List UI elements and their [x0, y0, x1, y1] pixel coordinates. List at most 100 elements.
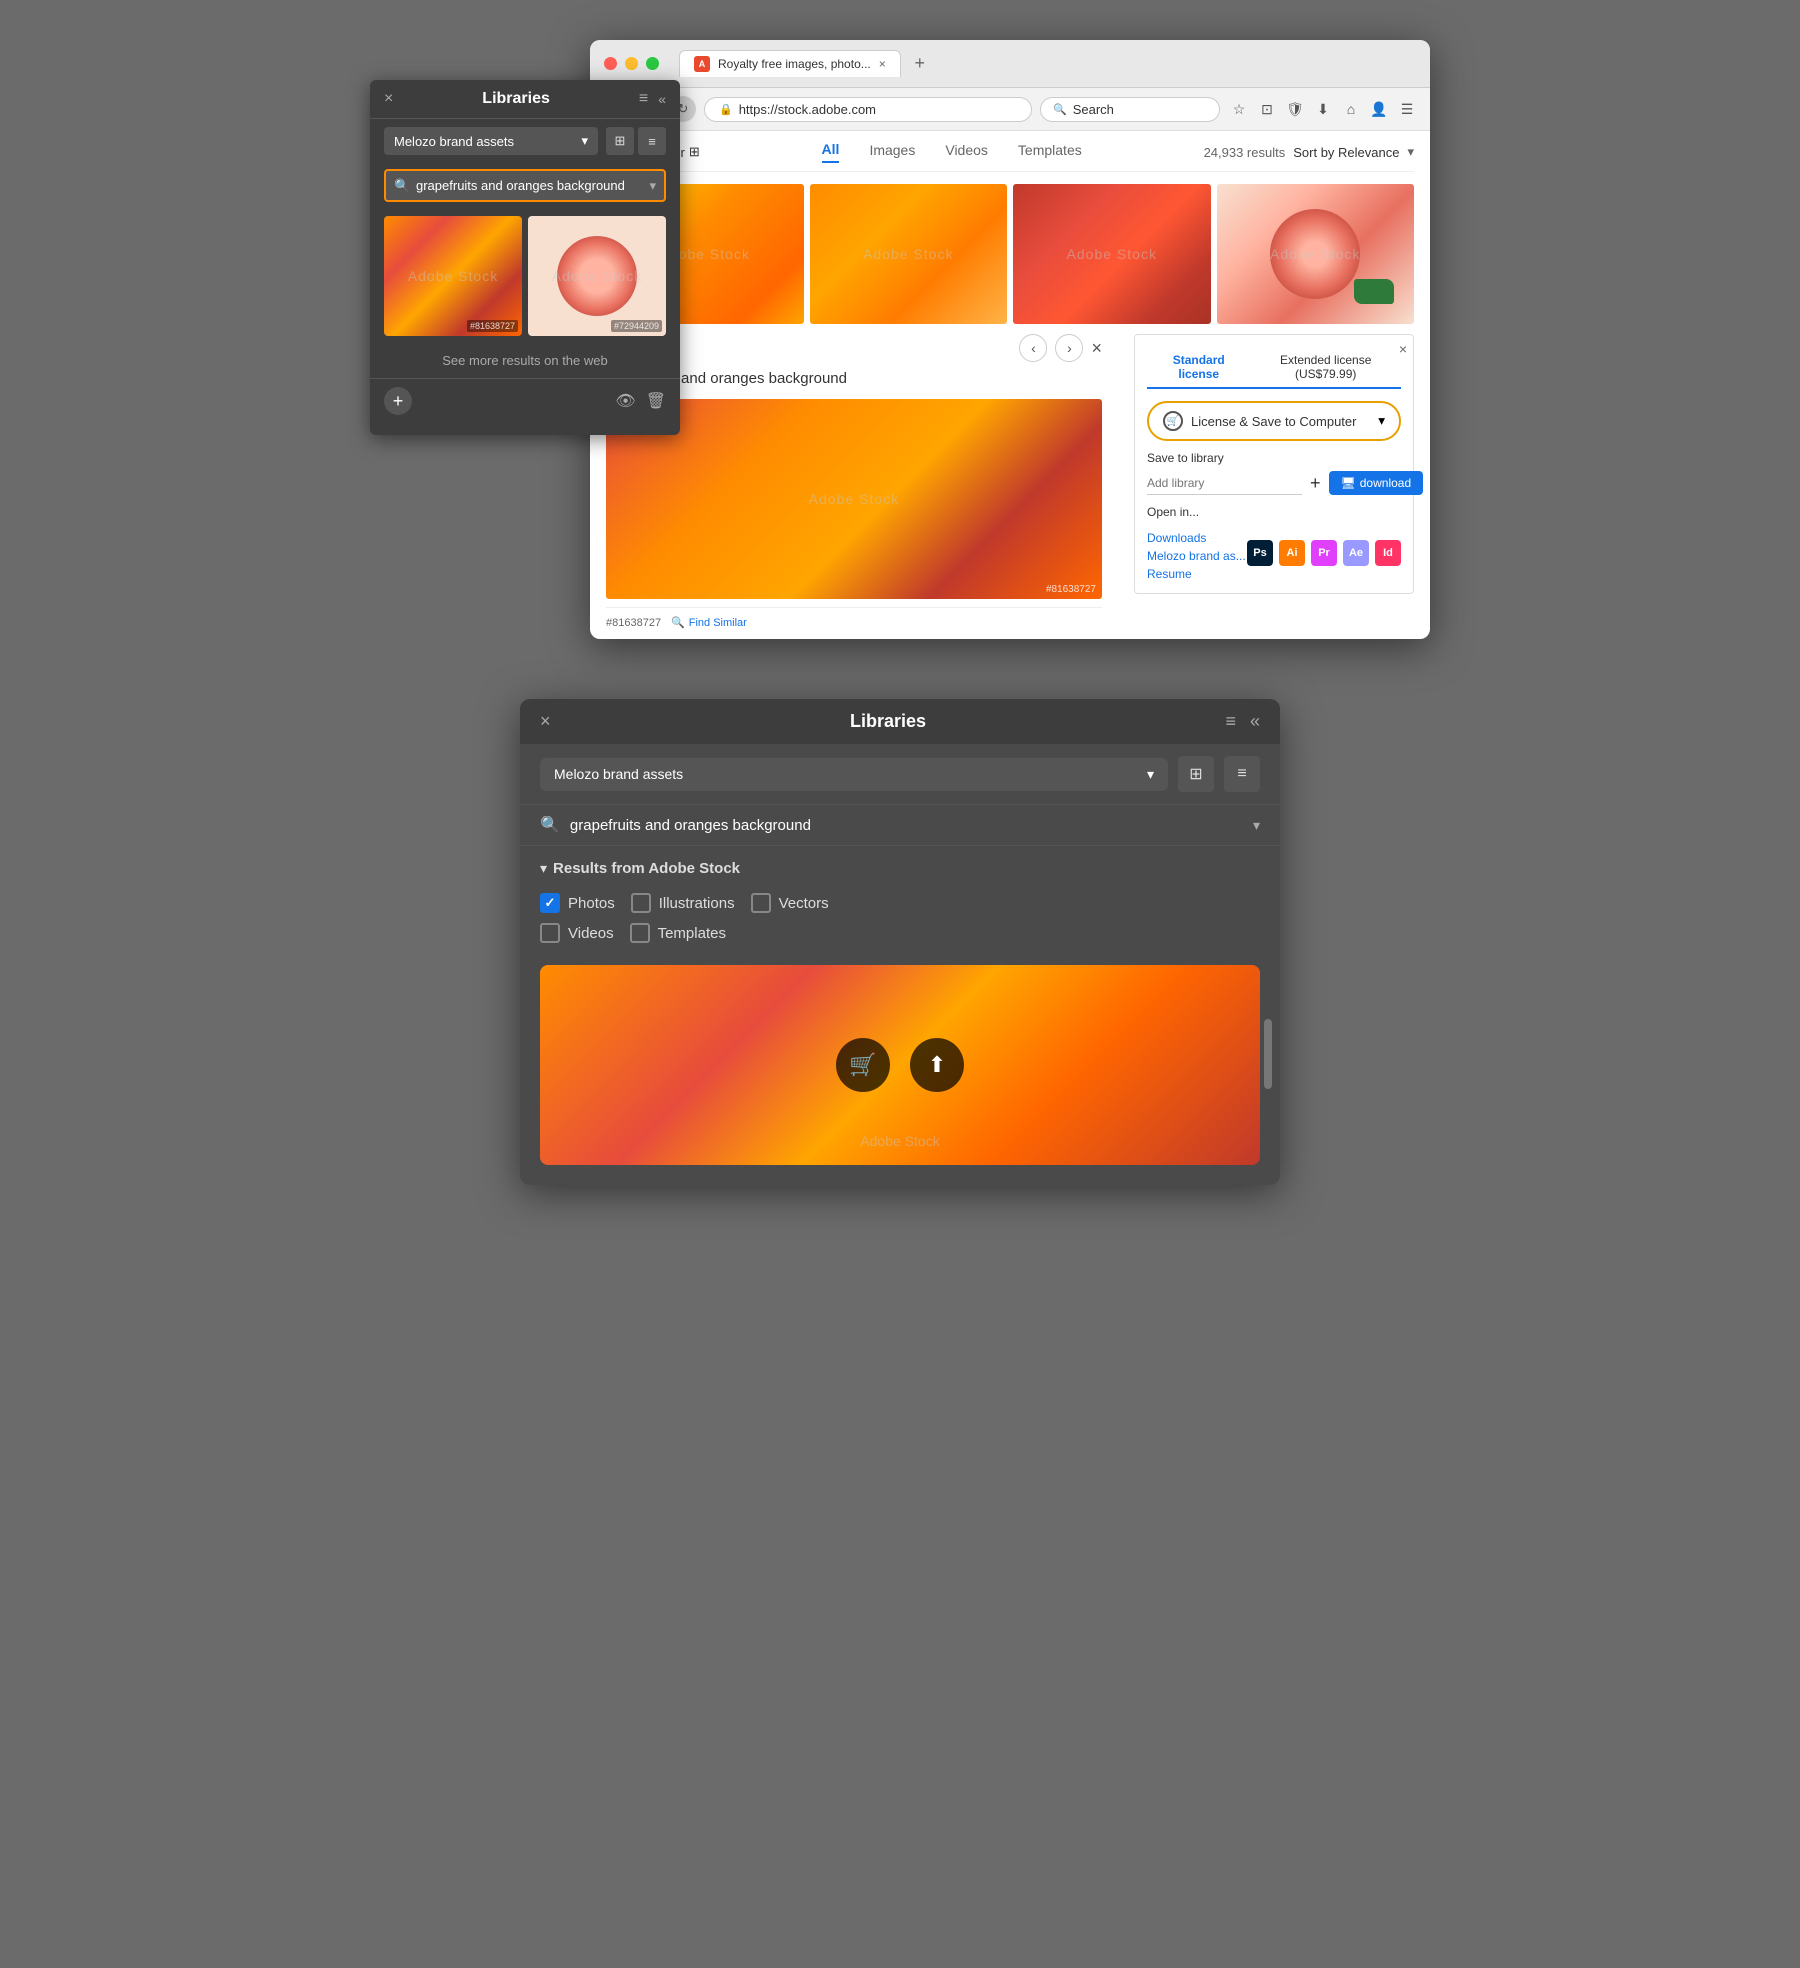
license-save-button[interactable]: 🛒 License & Save to Computer ▾ — [1147, 401, 1401, 441]
browser-search-bar[interactable]: 🔍 Search — [1040, 97, 1220, 122]
templates-filter: Templates — [630, 923, 726, 943]
tab-videos[interactable]: Videos — [945, 141, 988, 163]
panel-image-1-bg: Adobe Stock — [384, 216, 522, 336]
detail-prev-button[interactable]: ‹ — [1019, 334, 1047, 362]
detail-next-button[interactable]: › — [1055, 334, 1083, 362]
browser-dot-yellow[interactable] — [625, 57, 638, 70]
plus-icon[interactable]: + — [1310, 473, 1321, 494]
open-in-label: Open in... — [1147, 505, 1401, 519]
templates-label: Templates — [658, 925, 726, 942]
browser-addressbar: ‹ › ↻ 🔒 https://stock.adobe.com 🔍 Search… — [590, 88, 1430, 131]
browser-actions: ☆ ⊡ 🛡 ⬇ ⌂ 👤 ☰ — [1228, 98, 1418, 120]
bottom-list-view-button[interactable]: ≡ — [1224, 756, 1260, 792]
bottom-menu-button[interactable]: ≡ — [1225, 711, 1236, 732]
save-library-label: Save to library — [1147, 451, 1401, 465]
resume-link[interactable]: Resume — [1147, 567, 1246, 581]
filter-icon: ⊞ — [689, 144, 700, 160]
download-button[interactable]: 🖥 download — [1329, 471, 1424, 495]
downloads-link[interactable]: Downloads — [1147, 531, 1246, 545]
videos-checkbox[interactable] — [540, 923, 560, 943]
bottom-library-select[interactable]: Melozo brand assets ▾ — [540, 758, 1168, 791]
see-more-button[interactable]: See more results on the web — [442, 353, 607, 368]
search-chevron-icon[interactable]: ▾ — [649, 178, 656, 194]
tab-all[interactable]: All — [822, 141, 840, 163]
browser-dot-green[interactable] — [646, 57, 659, 70]
bottom-panel-title: Libraries — [850, 711, 926, 732]
list-view-button[interactable]: ≡ — [638, 127, 666, 155]
tab-close-icon[interactable]: × — [879, 57, 886, 71]
shield-button[interactable]: 🛡 — [1284, 98, 1306, 120]
browser-dot-red[interactable] — [604, 57, 617, 70]
photos-checkbox[interactable] — [540, 893, 560, 913]
open-in-row: Downloads Melozo brand as... Resume Ps A… — [1147, 525, 1401, 581]
indesign-icon[interactable]: Id — [1375, 540, 1401, 566]
grid-image-3[interactable]: Adobe Stock — [1013, 184, 1211, 324]
panel-search-input[interactable] — [384, 169, 666, 202]
bottom-library-row: Melozo brand assets ▾ ⊞ ≡ — [520, 744, 1280, 805]
detail-nav: ‹ › × — [606, 334, 1102, 362]
illustrator-icon[interactable]: Ai — [1279, 540, 1305, 566]
add-button[interactable]: + — [384, 387, 412, 415]
find-similar-button[interactable]: 🔍 Find Similar — [671, 616, 747, 629]
url-bar[interactable]: 🔒 https://stock.adobe.com — [704, 97, 1032, 122]
results-chevron-icon[interactable]: ▾ — [540, 860, 547, 877]
panel-collapse-button[interactable]: « — [658, 91, 666, 107]
detail-main-image[interactable]: Adobe Stock #81638727 — [606, 399, 1102, 599]
filter-row-2: Videos Templates — [540, 923, 1260, 943]
download-button[interactable]: ⬇ — [1312, 98, 1334, 120]
bottom-collapse-button[interactable]: « — [1250, 711, 1260, 732]
detail-section: ‹ › × grapefruits and oranges background… — [606, 334, 1414, 629]
vectors-checkbox[interactable] — [751, 893, 771, 913]
library-select[interactable]: Melozo brand assets ▾ — [384, 127, 598, 155]
extended-license-tab[interactable]: Extended license (US$79.99) — [1250, 347, 1401, 387]
vectors-label: Vectors — [779, 895, 829, 912]
menu-button[interactable]: ☰ — [1396, 98, 1418, 120]
bottom-search-icon: 🔍 — [540, 815, 560, 835]
standard-license-tab[interactable]: Standard license — [1147, 347, 1250, 389]
illustrations-label: Illustrations — [659, 895, 735, 912]
bottom-search-row: 🔍 grapefruits and oranges background ▾ — [520, 805, 1280, 846]
sort-button[interactable]: Sort by Relevance — [1293, 145, 1399, 160]
new-tab-button[interactable]: + — [909, 53, 931, 75]
open-in-section: Open in... Downloads Melozo brand as... … — [1147, 505, 1401, 581]
bottom-search-text: grapefruits and oranges background — [570, 817, 1243, 834]
delete-icon-button[interactable]: 🗑 — [646, 391, 666, 411]
bottom-search-chevron-icon[interactable]: ▾ — [1253, 817, 1260, 834]
add-library-input[interactable] — [1147, 472, 1302, 495]
tab-templates[interactable]: Templates — [1018, 141, 1082, 163]
license-close-button[interactable]: × — [1399, 341, 1407, 357]
browser-search-text: Search — [1073, 102, 1114, 117]
bottom-upload-button[interactable]: ⬆ — [910, 1038, 964, 1092]
premiere-icon[interactable]: Pr — [1311, 540, 1337, 566]
panel-menu-button[interactable]: ≡ — [639, 90, 648, 108]
panel-image-2-bg: Adobe Stock — [528, 216, 666, 336]
screenshots-button[interactable]: ⊡ — [1256, 98, 1278, 120]
panel-close-button[interactable]: × — [384, 90, 393, 108]
templates-checkbox[interactable] — [630, 923, 650, 943]
panel-image-2[interactable]: Adobe Stock #72944209 — [528, 216, 666, 336]
account-button[interactable]: 👤 — [1368, 98, 1390, 120]
illustrations-filter: Illustrations — [631, 893, 735, 913]
grid-image-2[interactable]: Adobe Stock — [810, 184, 1008, 324]
eye-icon-button[interactable]: 👁 — [615, 391, 635, 411]
bookmark-button[interactable]: ☆ — [1228, 98, 1250, 120]
save-library-section: Save to library + 🖥 download — [1147, 451, 1401, 495]
bottom-grid-view-button[interactable]: ⊞ — [1178, 756, 1214, 792]
bottom-panel: × Libraries ≡ « Melozo brand assets ▾ ⊞ … — [520, 699, 1280, 1185]
scrollbar[interactable] — [1264, 1019, 1272, 1089]
browser-tab[interactable]: A Royalty free images, photo... × — [679, 50, 901, 77]
home-button[interactable]: ⌂ — [1340, 98, 1362, 120]
panel-image-1[interactable]: Adobe Stock #81638727 — [384, 216, 522, 336]
bottom-close-button[interactable]: × — [540, 711, 551, 732]
grid-view-button[interactable]: ⊞ — [606, 127, 634, 155]
aftereffects-icon[interactable]: Ae — [1343, 540, 1369, 566]
bottom-cart-button[interactable]: 🛒 — [836, 1038, 890, 1092]
melozo-link[interactable]: Melozo brand as... — [1147, 549, 1246, 563]
grid-image-4[interactable]: Adobe Stock — [1217, 184, 1415, 324]
photoshop-icon[interactable]: Ps — [1247, 540, 1273, 566]
photos-label: Photos — [568, 895, 615, 912]
detail-close-button[interactable]: × — [1091, 334, 1102, 362]
tab-images[interactable]: Images — [869, 141, 915, 163]
panel-search-row: 🔍 ▾ — [370, 163, 680, 208]
illustrations-checkbox[interactable] — [631, 893, 651, 913]
